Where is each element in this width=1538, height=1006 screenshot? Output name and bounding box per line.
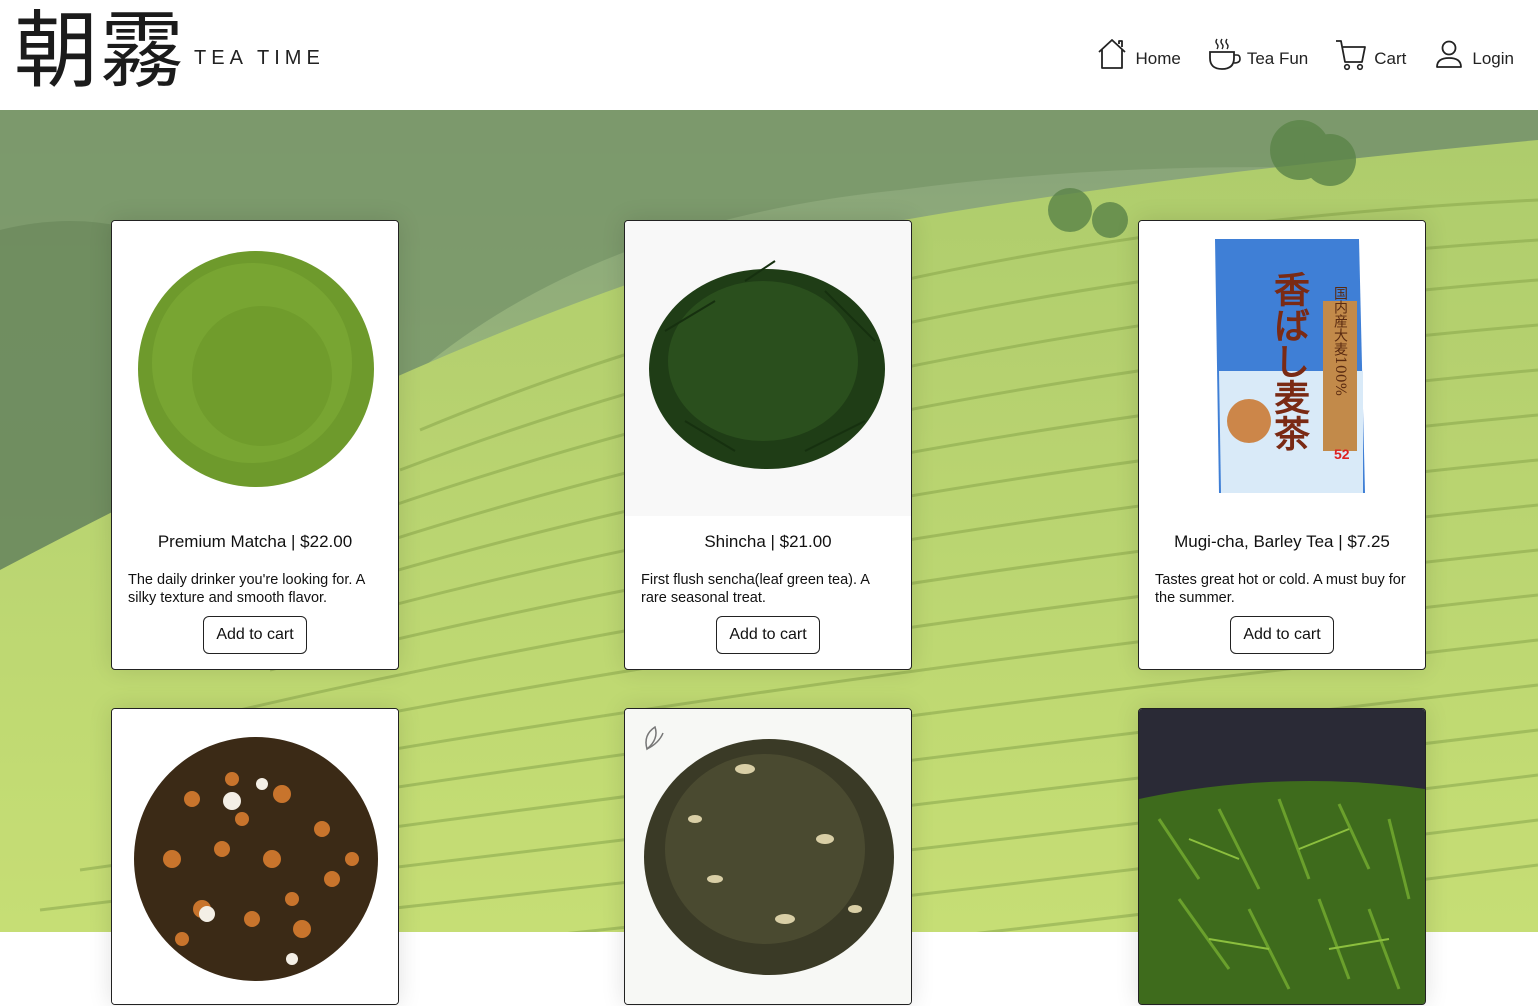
main-nav: Home Tea Fun Cart Login — [1069, 36, 1514, 72]
nav-login[interactable]: Login — [1432, 36, 1514, 72]
nav-cart[interactable]: Cart — [1334, 36, 1406, 72]
add-to-cart-button[interactable]: Add to cart — [716, 616, 820, 654]
brand-name: TEA TIME — [194, 47, 325, 69]
nav-tea-fun-label: Tea Fun — [1246, 49, 1309, 68]
jasmine-tea-leaves-image — [625, 709, 911, 1004]
package-side-text: 国内産大麦100% — [1332, 286, 1348, 396]
product-card: Premium Matcha | $22.00 The daily drinke… — [111, 220, 399, 670]
matcha-powder-image — [112, 221, 398, 516]
add-to-cart-button[interactable]: Add to cart — [203, 616, 307, 654]
product-card: Shincha | $21.00 First flush sencha(leaf… — [624, 220, 912, 670]
nav-home[interactable]: Home — [1095, 36, 1181, 72]
product-description: Tastes great hot or cold. A must buy for… — [1155, 572, 1406, 606]
brand-kanji: 朝霧 — [14, 2, 187, 100]
barley-tea-package-image: 国内産大麦100% 香ばし麦茶 52 — [1139, 221, 1425, 516]
package-count: 52 — [1334, 446, 1350, 462]
user-icon — [1436, 40, 1463, 68]
site-header: 朝霧 TEA TIME Home Tea Fun Cart Login — [0, 0, 1538, 110]
product-title: Premium Matcha | $22.00 — [157, 532, 353, 551]
sencha-leaves-image — [625, 221, 911, 516]
home-icon — [1098, 39, 1127, 69]
nav-home-label: Home — [1135, 49, 1181, 68]
product-title: Mugi-cha, Barley Tea | $7.25 — [1174, 532, 1390, 551]
product-card: 国内産大麦100% 香ばし麦茶 52 Mugi-cha, Barley Tea … — [1138, 220, 1426, 670]
product-card — [624, 708, 912, 1005]
brand-logo[interactable]: 朝霧 TEA TIME — [14, 2, 325, 100]
product-card — [1138, 708, 1426, 1005]
nav-cart-label: Cart — [1374, 49, 1407, 68]
product-title: Shincha | $21.00 — [704, 532, 832, 551]
genmaicha-leaves-image — [112, 709, 398, 1004]
cart-icon — [1336, 40, 1367, 71]
package-main-text: 香ばし麦茶 — [1268, 271, 1310, 451]
nav-login-label: Login — [1472, 49, 1514, 68]
product-description: The daily drinker you're looking for. A … — [128, 572, 365, 606]
nav-tea-fun[interactable]: Tea Fun — [1207, 36, 1308, 72]
product-card — [111, 708, 399, 1005]
tea-cup-icon — [1208, 38, 1241, 70]
add-to-cart-button[interactable]: Add to cart — [1230, 616, 1334, 654]
product-description: First flush sencha(leaf green tea). A ra… — [641, 572, 870, 606]
green-tea-leaves-closeup-image — [1139, 709, 1425, 1004]
